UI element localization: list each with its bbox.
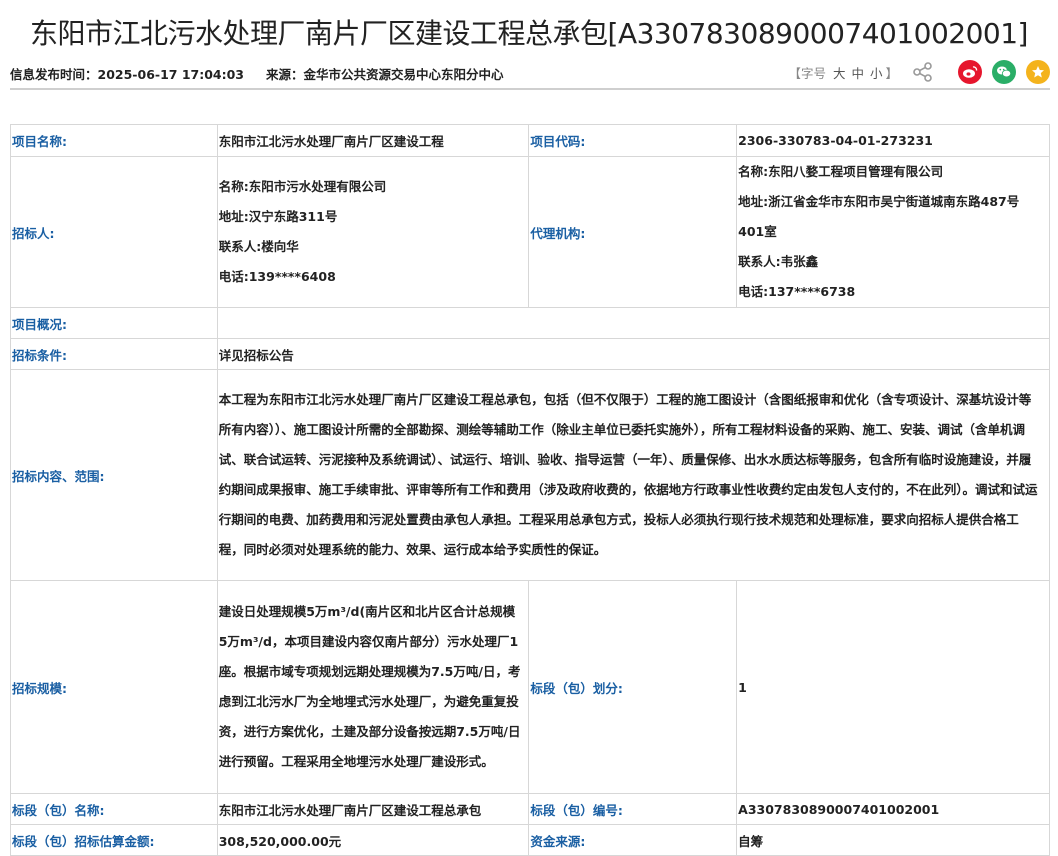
- agency-name: 名称:东阳八婺工程项目管理有限公司: [738, 164, 944, 179]
- source-label: 来源：: [266, 67, 304, 82]
- font-size-medium[interactable]: 中: [851, 66, 864, 81]
- tenderer-phone: 电话:139****6408: [218, 269, 336, 284]
- publish-time: 2025-06-17 17:04:03: [97, 67, 245, 82]
- wechat-icon[interactable]: [992, 60, 1016, 84]
- section-name-value: 东阳市江北污水处理厂南片厂区建设工程总承包: [216, 793, 530, 825]
- table-row: 标段（包）招标估算金额: 308,520,000.00元 资金来源: 自筹: [10, 824, 1050, 856]
- agency-phone: 电话:137****6738: [738, 284, 856, 299]
- meta-info: 信息发布时间：2025-06-17 17:04:03 来源：金华市公共资源交易中心…: [10, 64, 504, 83]
- tenderer-contact: 联系人:楼向华: [218, 239, 299, 254]
- estimate-label: 标段（包）招标估算金额:: [10, 824, 218, 856]
- source-value: 金华市公共资源交易中心东阳分中心: [303, 67, 504, 82]
- table-row: 招标条件: 详见招标公告: [10, 338, 1051, 370]
- scale-value: 建设日处理规模5万m³/d(南片区和北片区合计总规模5万m³/d，本项目建设内容…: [216, 580, 530, 794]
- section-no-value: A3307830890007401002001: [736, 793, 1050, 825]
- share-icon[interactable]: [912, 61, 934, 83]
- agency-address: 地址:浙江省金华市东阳市吴宁街道城南东路487号401室: [738, 194, 1020, 239]
- tenderer-address: 地址:汉宁东路311号: [218, 209, 338, 224]
- agency-contact: 联系人:韦张鑫: [738, 254, 819, 269]
- table-row: 项目概况:: [10, 307, 1051, 339]
- agency-label: 代理机构:: [528, 156, 738, 308]
- project-code-label: 项目代码:: [528, 124, 738, 157]
- table-row: 项目名称: 东阳市江北污水处理厂南片厂区建设工程 项目代码: 2306-3307…: [10, 124, 1050, 157]
- font-size-switcher: 【字号 大中小】: [788, 63, 898, 82]
- project-info-table: 项目名称: 东阳市江北污水处理厂南片厂区建设工程 项目代码: 2306-3307…: [10, 124, 1051, 856]
- publish-time-label: 信息发布时间：: [10, 67, 98, 82]
- agency-value: 名称:东阳八婺工程项目管理有限公司 地址:浙江省金华市东阳市吴宁街道城南东路48…: [736, 156, 1050, 308]
- section-name-label: 标段（包）名称:: [10, 793, 218, 825]
- table-row: 招标内容、范围: 本工程为东阳市江北污水处理厂南片厂区建设工程总承包，包括（但不…: [10, 369, 1051, 581]
- font-size-small[interactable]: 小: [870, 66, 883, 81]
- conditions-label: 招标条件:: [10, 338, 218, 370]
- table-row: 招标规模: 建设日处理规模5万m³/d(南片区和北片区合计总规模5万m³/d，本…: [10, 580, 1050, 794]
- tenderer-label: 招标人:: [10, 156, 218, 308]
- scope-label: 招标内容、范围:: [10, 369, 218, 581]
- tenderer-name: 名称:东阳市污水处理有限公司: [218, 179, 387, 194]
- tenderer-value: 名称:东阳市污水处理有限公司 地址:汉宁东路311号 联系人:楼向华 电话:13…: [216, 156, 530, 308]
- tools: 【字号 大中小】: [788, 58, 1050, 86]
- scope-value: 本工程为东阳市江北污水处理厂南片厂区建设工程总承包，包括（但不仅限于）工程的施工…: [216, 369, 1051, 581]
- meta-bar: 信息发布时间：2025-06-17 17:04:03 来源：金华市公共资源交易中心…: [10, 58, 1050, 90]
- table-row: 标段（包）名称: 东阳市江北污水处理厂南片厂区建设工程总承包 标段（包）编号: …: [10, 793, 1050, 825]
- favorite-icon[interactable]: [1026, 60, 1050, 84]
- project-name-label: 项目名称:: [10, 124, 218, 157]
- section-no-label: 标段（包）编号:: [528, 793, 738, 825]
- font-size-bracket: 】: [885, 65, 898, 81]
- overview-value: [216, 307, 1051, 339]
- font-size-label: 【字号: [788, 65, 826, 81]
- font-size-large[interactable]: 大: [833, 66, 846, 81]
- project-code-value: 2306-330783-04-01-273231: [736, 124, 1050, 157]
- fund-source-label: 资金来源:: [528, 824, 738, 856]
- section-division-value: 1: [736, 580, 1050, 794]
- overview-label: 项目概况:: [10, 307, 218, 339]
- scale-label: 招标规模:: [10, 580, 218, 794]
- project-name-value: 东阳市江北污水处理厂南片厂区建设工程: [216, 124, 530, 157]
- section-division-label: 标段（包）划分:: [528, 580, 738, 794]
- fund-source-value: 自筹: [736, 824, 1050, 856]
- conditions-value: 详见招标公告: [216, 338, 1051, 370]
- table-row: 招标人: 名称:东阳市污水处理有限公司 地址:汉宁东路311号 联系人:楼向华 …: [10, 156, 1050, 308]
- page-title: 东阳市江北污水处理厂南片厂区建设工程总承包[A33078308900074010…: [30, 17, 1028, 50]
- weibo-icon[interactable]: [958, 60, 982, 84]
- estimate-value: 308,520,000.00元: [216, 824, 530, 856]
